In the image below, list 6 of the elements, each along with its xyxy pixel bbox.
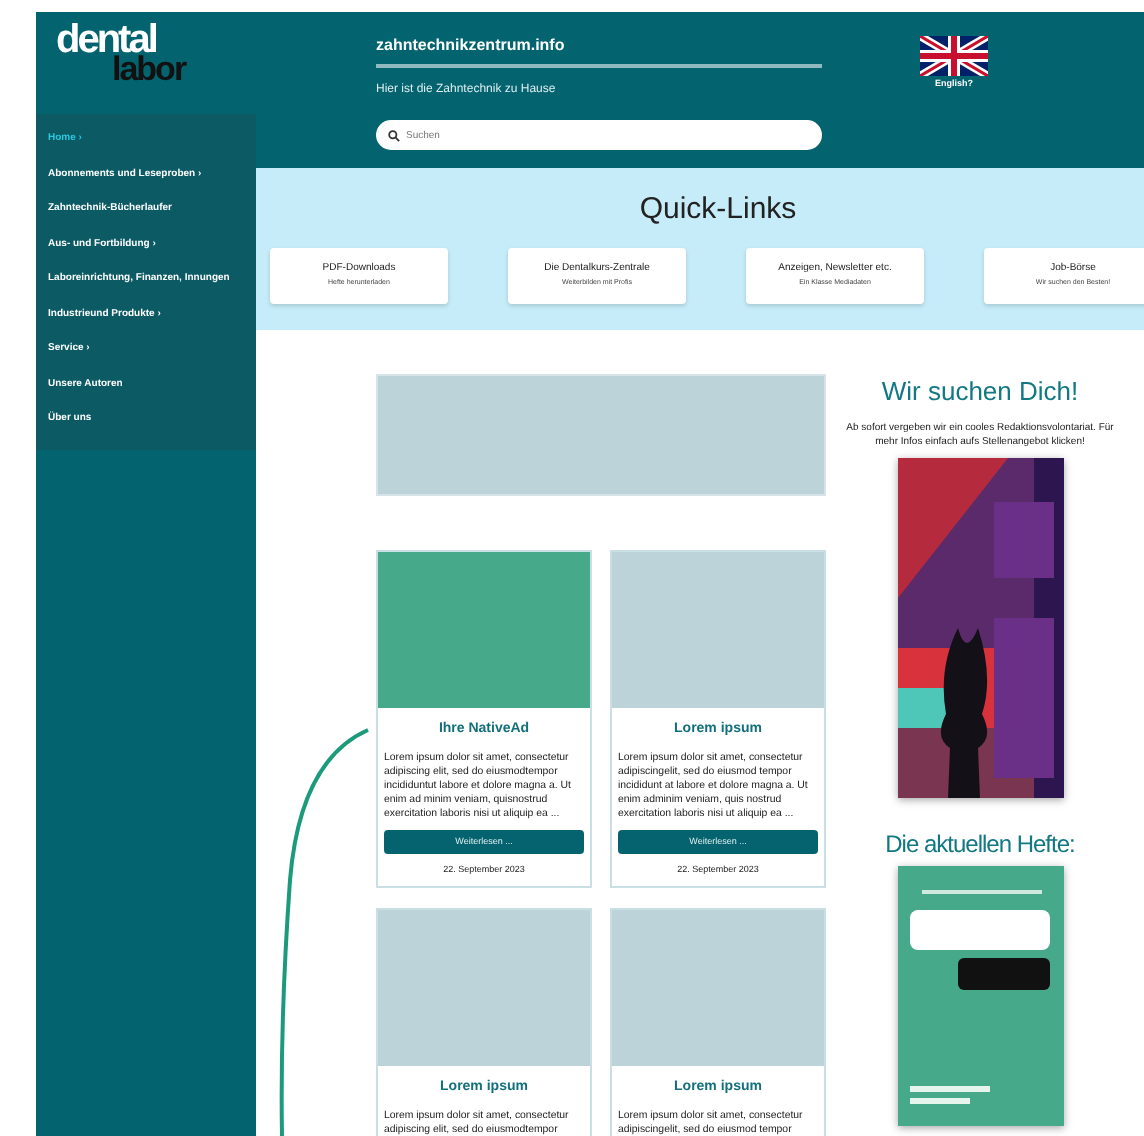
logo-text[interactable]: dental [56,24,156,56]
section-title: Die aktuellen Hefte: [885,827,1075,861]
section-title: Quick-Links [637,190,799,230]
section-title: Wir suchen Dich! [881,374,1079,410]
flag-icon[interactable] [920,36,988,76]
site-name: zahntechnikzentrum.info [376,34,567,58]
